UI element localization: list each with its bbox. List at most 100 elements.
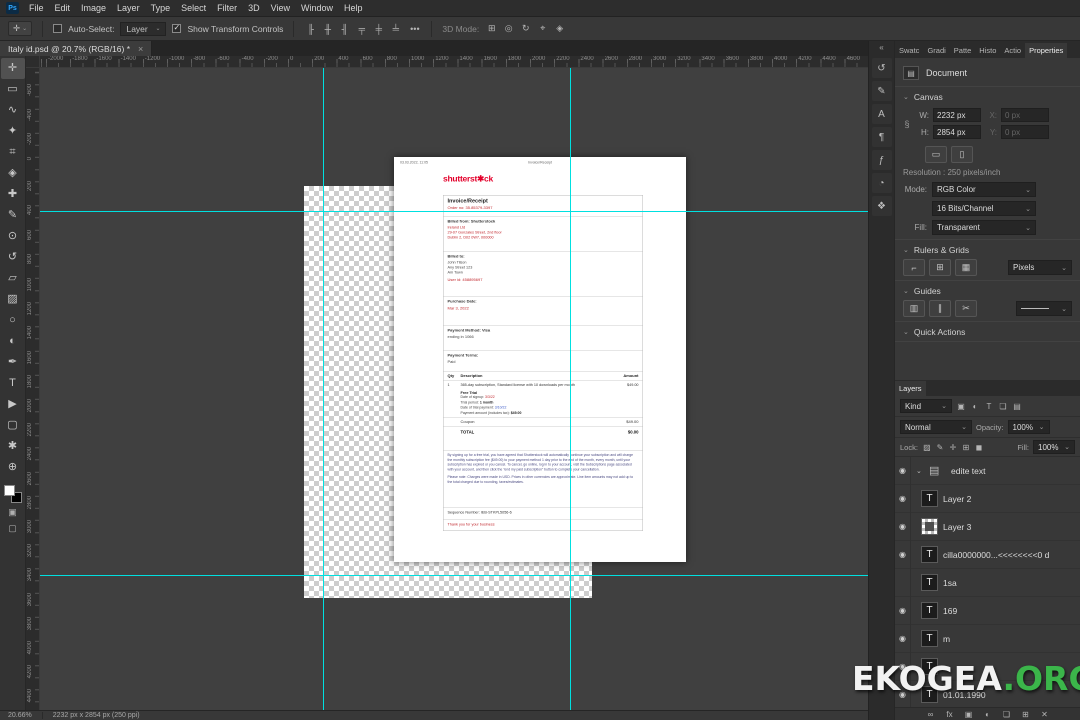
rulers-grids-header[interactable]: ⌄ Rulers & Grids <box>903 245 1072 255</box>
layers-bottom-icon-4[interactable]: ❏ <box>1002 710 1012 719</box>
layer-row[interactable]: ◉⌄▤edite text <box>895 457 1080 485</box>
vertical-guide[interactable] <box>323 68 324 710</box>
healing-brush-tool[interactable]: ✚ <box>1 184 25 205</box>
type-tool[interactable]: T <box>1 373 25 394</box>
glyphs-panel-icon[interactable]: ƒ <box>872 150 892 170</box>
orientation-portrait-button[interactable]: ▯ <box>951 146 973 163</box>
tool-preset-dropdown[interactable]: ✛ ⌄ <box>8 21 32 36</box>
hand-tool[interactable]: ✱ <box>1 436 25 457</box>
layers-bottom-icon-3[interactable]: ◐ <box>983 710 993 719</box>
canvas-section-header[interactable]: ⌄ Canvas <box>903 92 1072 102</box>
panel-tab-histo[interactable]: Histo <box>975 43 1000 58</box>
layer-visibility-toggle[interactable]: ◉ <box>895 541 911 569</box>
tab-layers[interactable]: Layers <box>895 381 926 396</box>
adjustments-panel-icon[interactable]: ◔ <box>872 173 892 193</box>
canvas-y-field[interactable]: 0 px <box>1001 125 1049 139</box>
ruler-top[interactable]: -2000-1800-1600-1400-1200-1000-800-600-4… <box>40 56 868 68</box>
rulers-grids-icon-1[interactable]: ⊞ <box>929 259 951 276</box>
layers-bottom-icon-1[interactable]: fx <box>945 710 955 719</box>
panel-tab-patte[interactable]: Patte <box>950 43 976 58</box>
fill-select[interactable]: Transparent⌄ <box>932 220 1036 235</box>
pen-tool[interactable]: ✒ <box>1 352 25 373</box>
lock-icon-4[interactable]: ◼ <box>974 443 984 452</box>
eraser-tool[interactable]: ▱ <box>1 268 25 289</box>
paragraph-panel-icon[interactable]: ¶ <box>872 127 892 147</box>
history-brush-tool[interactable]: ↺ <box>1 247 25 268</box>
layer-filter-icon-0[interactable]: ▣ <box>956 402 966 411</box>
align-icon-2[interactable]: ╢ <box>338 24 351 34</box>
align-icon-1[interactable]: ╫ <box>321 24 334 34</box>
menu-item-help[interactable]: Help <box>344 3 363 13</box>
move-tool[interactable]: ✛ <box>1 58 25 79</box>
layer-row[interactable]: ◉T169 <box>895 597 1080 625</box>
canvas-width-field[interactable]: 2232 px <box>933 108 981 122</box>
dodge-tool[interactable]: ◐ <box>1 331 25 352</box>
horizontal-guide[interactable] <box>40 575 868 576</box>
guides-icon-2[interactable]: ✂ <box>955 300 977 317</box>
app-logo-icon[interactable]: Ps <box>6 2 19 14</box>
align-icon-3[interactable]: ╤ <box>355 24 368 34</box>
group-expand-icon[interactable]: ⌄ <box>916 467 924 475</box>
color-mode-select[interactable]: RGB Color⌄ <box>932 182 1036 197</box>
horizontal-guide[interactable] <box>40 211 868 212</box>
canvas-x-field[interactable]: 0 px <box>1001 108 1049 122</box>
menu-item-image[interactable]: Image <box>81 3 106 13</box>
guides-icon-1[interactable]: ∥ <box>929 300 951 317</box>
opacity-select[interactable]: 100%⌄ <box>1008 420 1050 434</box>
link-dimensions-icon[interactable]: § <box>903 119 911 129</box>
brush-tool[interactable]: ✎ <box>1 205 25 226</box>
layer-visibility-toggle[interactable]: ◉ <box>895 625 911 653</box>
lock-icon-2[interactable]: ✛ <box>948 443 958 452</box>
layers-bottom-icon-2[interactable]: ▣ <box>964 710 974 719</box>
foreground-color-swatch[interactable] <box>4 485 15 496</box>
align-icon-5[interactable]: ╧ <box>389 24 402 34</box>
character-panel-icon[interactable]: A <box>872 104 892 124</box>
panel-tab-properties[interactable]: Properties <box>1025 43 1067 58</box>
eyedropper-tool[interactable]: ◈ <box>1 163 25 184</box>
blend-mode-select[interactable]: Normal⌄ <box>900 420 972 434</box>
clone-stamp-tool[interactable]: ⊙ <box>1 226 25 247</box>
panel-tab-gradi[interactable]: Gradi <box>923 43 949 58</box>
layer-visibility-toggle[interactable]: ◉ <box>895 485 911 513</box>
document-tab[interactable]: Italy id.psd @ 20.7% (RGB/16) * × <box>0 41 152 56</box>
menu-item-layer[interactable]: Layer <box>117 3 140 13</box>
crop-tool[interactable]: ⌗ <box>1 142 25 163</box>
layers-bottom-icon-6[interactable]: ✕ <box>1040 710 1050 719</box>
layer-filter-icon-4[interactable]: ▤ <box>1012 402 1022 411</box>
more-options-icon[interactable]: ••• <box>408 24 421 34</box>
layers-bottom-icon-5[interactable]: ⊞ <box>1021 710 1031 719</box>
zoom-tool[interactable]: ⊕ <box>1 457 25 478</box>
auto-select-checkbox[interactable] <box>53 24 62 33</box>
panel-tab-actio[interactable]: Actio <box>1000 43 1025 58</box>
libraries-panel-icon[interactable]: ❖ <box>872 196 892 216</box>
layer-row[interactable]: ◉Layer 3 <box>895 513 1080 541</box>
rulers-grids-icon-2[interactable]: ▦ <box>955 259 977 276</box>
screen-mode-icon[interactable]: ▢ <box>1 520 25 536</box>
lasso-tool[interactable]: ∿ <box>1 100 25 121</box>
show-transform-checkbox[interactable] <box>172 24 181 33</box>
tab-close-icon[interactable]: × <box>138 44 143 54</box>
path-select-tool[interactable]: ▶ <box>1 394 25 415</box>
mode-3d-icon-3[interactable]: ⌖ <box>536 23 549 34</box>
vertical-guide[interactable] <box>570 68 571 710</box>
canvas-height-field[interactable]: 2854 px <box>933 125 981 139</box>
menu-item-type[interactable]: Type <box>151 3 171 13</box>
layer-row[interactable]: ◉Tm <box>895 625 1080 653</box>
quick-mask-icon[interactable]: ▣ <box>1 504 25 520</box>
layer-fill-select[interactable]: 100%⌄ <box>1033 440 1075 454</box>
menu-item-file[interactable]: File <box>29 3 44 13</box>
shape-tool[interactable]: ▢ <box>1 415 25 436</box>
grid-units-select[interactable]: Pixels⌄ <box>1008 260 1072 275</box>
color-swatches[interactable] <box>3 484 23 504</box>
menu-item-filter[interactable]: Filter <box>217 3 237 13</box>
blur-tool[interactable]: ○ <box>1 310 25 331</box>
auto-select-dropdown[interactable]: Layer ⌄ <box>120 22 166 36</box>
layer-row[interactable]: T1sa <box>895 569 1080 597</box>
layer-visibility-toggle[interactable]: ◉ <box>895 513 911 541</box>
layer-filter-icon-1[interactable]: ◐ <box>970 402 980 411</box>
rulers-grids-icon-0[interactable]: ⌐ <box>903 259 925 276</box>
layer-visibility-toggle[interactable] <box>895 569 911 597</box>
lock-icon-0[interactable]: ▨ <box>922 443 932 452</box>
layer-filter-icon-3[interactable]: ❏ <box>998 402 1008 411</box>
bit-depth-select[interactable]: 16 Bits/Channel⌄ <box>932 201 1036 216</box>
